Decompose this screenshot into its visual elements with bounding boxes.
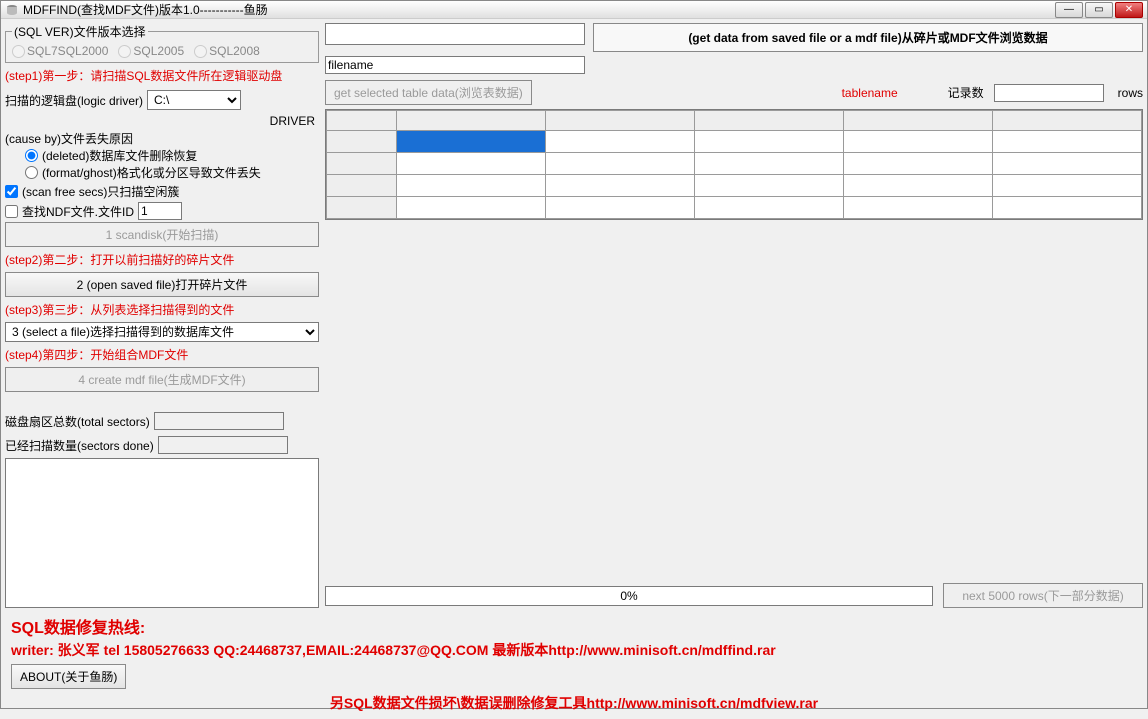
close-button[interactable]: ✕ (1115, 2, 1143, 18)
cause-by-legend: (cause by)文件丢失原因 (5, 130, 319, 147)
selected-cell[interactable] (397, 131, 546, 153)
filename-input[interactable] (325, 56, 585, 74)
table-row[interactable] (327, 153, 1142, 175)
table-row[interactable] (327, 197, 1142, 219)
record-count-field (994, 84, 1104, 102)
sqlver-sql7-radio[interactable]: SQL7SQL2000 (12, 44, 108, 58)
sectors-done-field (158, 436, 288, 454)
total-sectors-label: 磁盘扇区总数(total sectors) (5, 413, 150, 430)
find-ndf-checkbox[interactable] (5, 205, 18, 218)
window-title: MDFFIND(查找MDF文件)版本1.0-----------鱼肠 (23, 1, 1055, 18)
next-rows-button[interactable]: next 5000 rows(下一部分数据) (943, 583, 1143, 608)
total-sectors-field (154, 412, 284, 430)
cause-deleted-radio[interactable] (25, 149, 38, 162)
select-file-dropdown[interactable]: 3 (select a file)选择扫描得到的数据库文件 (5, 322, 319, 342)
scan-free-secs-checkbox[interactable] (5, 185, 18, 198)
step3-label: (step3)第三步：从列表选择扫描得到的文件 (5, 299, 319, 320)
open-saved-file-button[interactable]: 2 (open saved file)打开碎片文件 (5, 272, 319, 297)
hotline-label: SQL数据修复热线: (11, 614, 1137, 638)
sql-version-legend: (SQL VER)文件版本选择 (12, 23, 148, 40)
file-path-input[interactable] (325, 23, 585, 45)
cause-format-radio[interactable] (25, 166, 38, 179)
logic-driver-label: 扫描的逻辑盘(logic driver) (5, 92, 143, 109)
minimize-button[interactable]: — (1055, 2, 1083, 18)
rows-label: rows (1118, 86, 1143, 100)
record-count-label: 记录数 (948, 84, 984, 101)
data-grid[interactable] (325, 109, 1143, 220)
driver-label: DRIVER (5, 114, 319, 128)
sql-version-group: (SQL VER)文件版本选择 SQL7SQL2000 SQL2005 SQL2… (5, 23, 319, 63)
sectors-done-label: 已经扫描数量(sectors done) (5, 437, 154, 454)
create-mdf-button[interactable]: 4 create mdf file(生成MDF文件) (5, 367, 319, 392)
other-tool-info: 另SQL数据文件损坏\数据误删除修复工具http://www.minisoft.… (11, 693, 1137, 713)
step1-label: (step1)第一步：请扫描SQL数据文件所在逻辑驱动盘 (5, 65, 319, 86)
scan-results-list[interactable] (5, 458, 319, 608)
sqlver-2008-radio[interactable]: SQL2008 (194, 44, 260, 58)
tablename-label: tablename (842, 86, 898, 100)
titlebar: MDFFIND(查找MDF文件)版本1.0-----------鱼肠 — ▭ ✕ (1, 1, 1147, 19)
app-icon (5, 3, 19, 17)
scandisk-button[interactable]: 1 scandisk(开始扫描) (5, 222, 319, 247)
table-row[interactable] (327, 131, 1142, 153)
contact-info: writer: 张义军 tel 15805276633 QQ:24468737,… (11, 640, 776, 660)
step4-label: (step4)第四步：开始组合MDF文件 (5, 344, 319, 365)
sqlver-2005-radio[interactable]: SQL2005 (118, 44, 184, 58)
table-row[interactable] (327, 175, 1142, 197)
progress-bar: 0% (325, 586, 933, 606)
get-data-button[interactable]: (get data from saved file or a mdf file)… (593, 23, 1143, 52)
ndf-id-input[interactable] (138, 202, 182, 220)
about-button[interactable]: ABOUT(关于鱼肠) (11, 664, 126, 689)
maximize-button[interactable]: ▭ (1085, 2, 1113, 18)
get-selected-table-button[interactable]: get selected table data(浏览表数据) (325, 80, 532, 105)
step2-label: (step2)第二步：打开以前扫描好的碎片文件 (5, 249, 319, 270)
cause-by-group: (cause by)文件丢失原因 (deleted)数据库文件删除恢复 (for… (5, 130, 319, 181)
drive-select[interactable]: C:\ (147, 90, 241, 110)
